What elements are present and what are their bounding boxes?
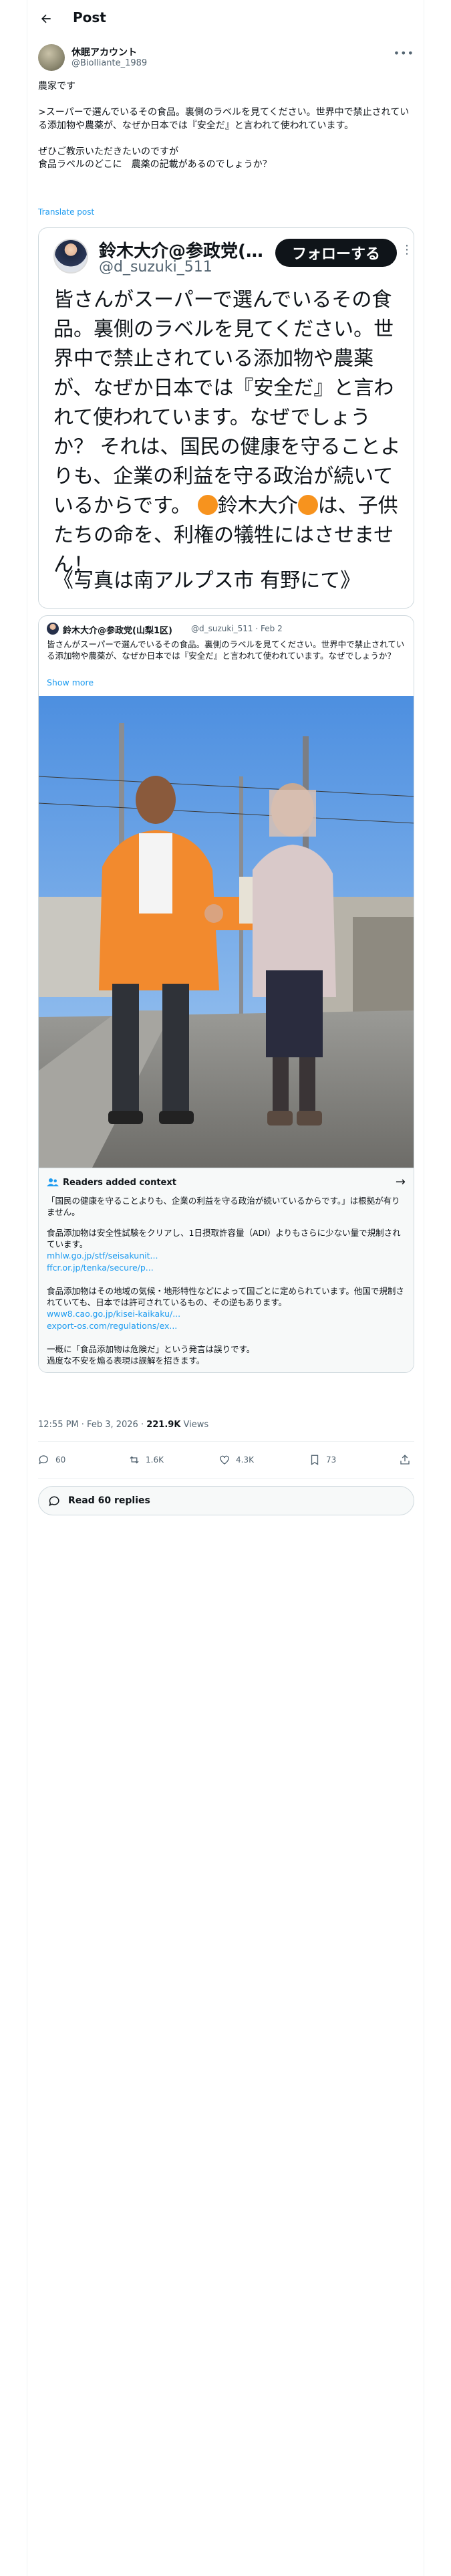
like-count: 4.3K [236, 1455, 254, 1465]
translate-link[interactable]: Translate post [38, 207, 94, 217]
divider [38, 1478, 414, 1479]
image-text-name: 鈴木大介 [217, 494, 298, 518]
arrow-right-icon[interactable]: → [396, 1175, 406, 1189]
header: Post [27, 0, 425, 37]
repost-icon [130, 1456, 139, 1464]
quoted-author-handle: @d_suzuki_511 · Feb 2 [191, 624, 283, 633]
repost-button[interactable]: 1.6K [128, 1454, 164, 1466]
main-column: Post 休眠アカウント @Biolliante_1989 ••• 農家です >… [27, 0, 424, 2576]
note-paragraph: 一概に「食品添加物は危険だ」という発言は誤りです。 過度な不安を煽る表現は誤解を… [47, 1344, 255, 1366]
image-caption: 《写真は南アルプス市 有野にて》 [53, 569, 361, 593]
community-note: Readers added context → 「国民の健康を守ることよりも、企… [39, 1168, 414, 1372]
share-icon [400, 1455, 410, 1465]
more-horizontal-icon[interactable]: ••• [394, 47, 414, 60]
read-replies-button[interactable]: Read 60 replies [38, 1486, 414, 1515]
image-author-handle: @d_suzuki_511 [99, 259, 212, 276]
author-handle[interactable]: @Biolliante_1989 [71, 58, 147, 68]
post-author: 休眠アカウント @Biolliante_1989 ••• [38, 44, 414, 74]
quoted-post-text: 皆さんがスーパーで選んでいるその食品。裏側のラベルを見てください。世界中で禁止さ… [47, 639, 405, 661]
image-text-main: 皆さんがスーパーで選んでいるその食品。裏側のラベルを見てください。世界中で禁止さ… [53, 288, 401, 518]
note-link[interactable]: mhlw.go.jp/stf/seisakunit... [47, 1250, 408, 1261]
note-paragraph: 食品添加物は安全性試験をクリアし、1日摂取許容量（ADI）よりもさらに少ない量で… [47, 1228, 401, 1249]
repost-count: 1.6K [146, 1455, 164, 1465]
orange-circle-icon [297, 495, 318, 515]
arrow-left-icon [41, 14, 51, 23]
note-link[interactable]: ffcr.or.jp/tenka/secure/p... [47, 1262, 408, 1273]
note-paragraph: 「国民の健康を守ることよりも、企業の利益を守る政治が続いているからです。」は根拠… [47, 1196, 400, 1217]
post-meta: 12:55 PM · Feb 3, 2026 · 221.9K Views [38, 1420, 208, 1430]
avatar [53, 239, 88, 274]
views-label: Views [180, 1420, 209, 1430]
action-bar: 60 1.6K 4.3K 73 [38, 1450, 414, 1473]
attached-image[interactable]: 鈴木大介@参政党(… @d_suzuki_511 フォローする ⋮ 皆さんがスー… [38, 227, 414, 609]
bookmark-button[interactable]: 73 [309, 1454, 336, 1466]
quoted-photo[interactable] [39, 696, 414, 1168]
note-link[interactable]: export-os.com/regulations/ex... [47, 1320, 408, 1331]
post-text: 農家です >スーパーで選んでいるその食品。裏側のラベルを見てください。世界中で禁… [38, 81, 410, 170]
bookmark-icon [311, 1455, 319, 1466]
post-time[interactable]: 12:55 PM · Feb 3, 2026 · [38, 1420, 146, 1430]
back-button[interactable] [37, 9, 55, 28]
quoted-author-name: 鈴木大介@参政党(山梨1区) [63, 626, 172, 636]
share-button[interactable] [399, 1454, 416, 1466]
show-more-link[interactable]: Show more [47, 677, 94, 687]
page-title: Post [73, 9, 106, 25]
image-post-text: 皆さんがスーパーで選んでいるその食品。裏側のラベルを見てください。世界中で禁止さ… [53, 286, 404, 580]
view-count: 221.9K [146, 1420, 181, 1430]
author-name[interactable]: 休眠アカウント [71, 45, 137, 59]
read-replies-label: Read 60 replies [68, 1495, 150, 1506]
reply-count: 60 [55, 1455, 66, 1465]
heart-icon [220, 1455, 229, 1465]
avatar[interactable] [38, 44, 65, 71]
avatar [47, 623, 59, 635]
divider [38, 1441, 414, 1442]
image-follow-button: フォローする [275, 239, 397, 267]
reply-icon [39, 1455, 48, 1465]
note-paragraph: 食品添加物はその地域の気候・地形特性などによって国ごとに定められています。他国で… [47, 1286, 404, 1307]
reply-button[interactable]: 60 [38, 1454, 65, 1466]
note-link[interactable]: www8.cao.go.jp/kisei-kaikaku/... [47, 1308, 408, 1319]
like-button[interactable]: 4.3K [218, 1454, 254, 1466]
people-icon [47, 1178, 59, 1186]
bookmark-count: 73 [326, 1455, 337, 1465]
quoted-post[interactable]: 鈴木大介@参政党(山梨1区) @d_suzuki_511 · Feb 2 皆さん… [38, 615, 414, 1373]
reply-icon [49, 1496, 59, 1507]
note-title: Readers added context [63, 1178, 176, 1188]
orange-circle-icon [197, 495, 218, 515]
more-vertical-icon: ⋮ [401, 243, 413, 257]
